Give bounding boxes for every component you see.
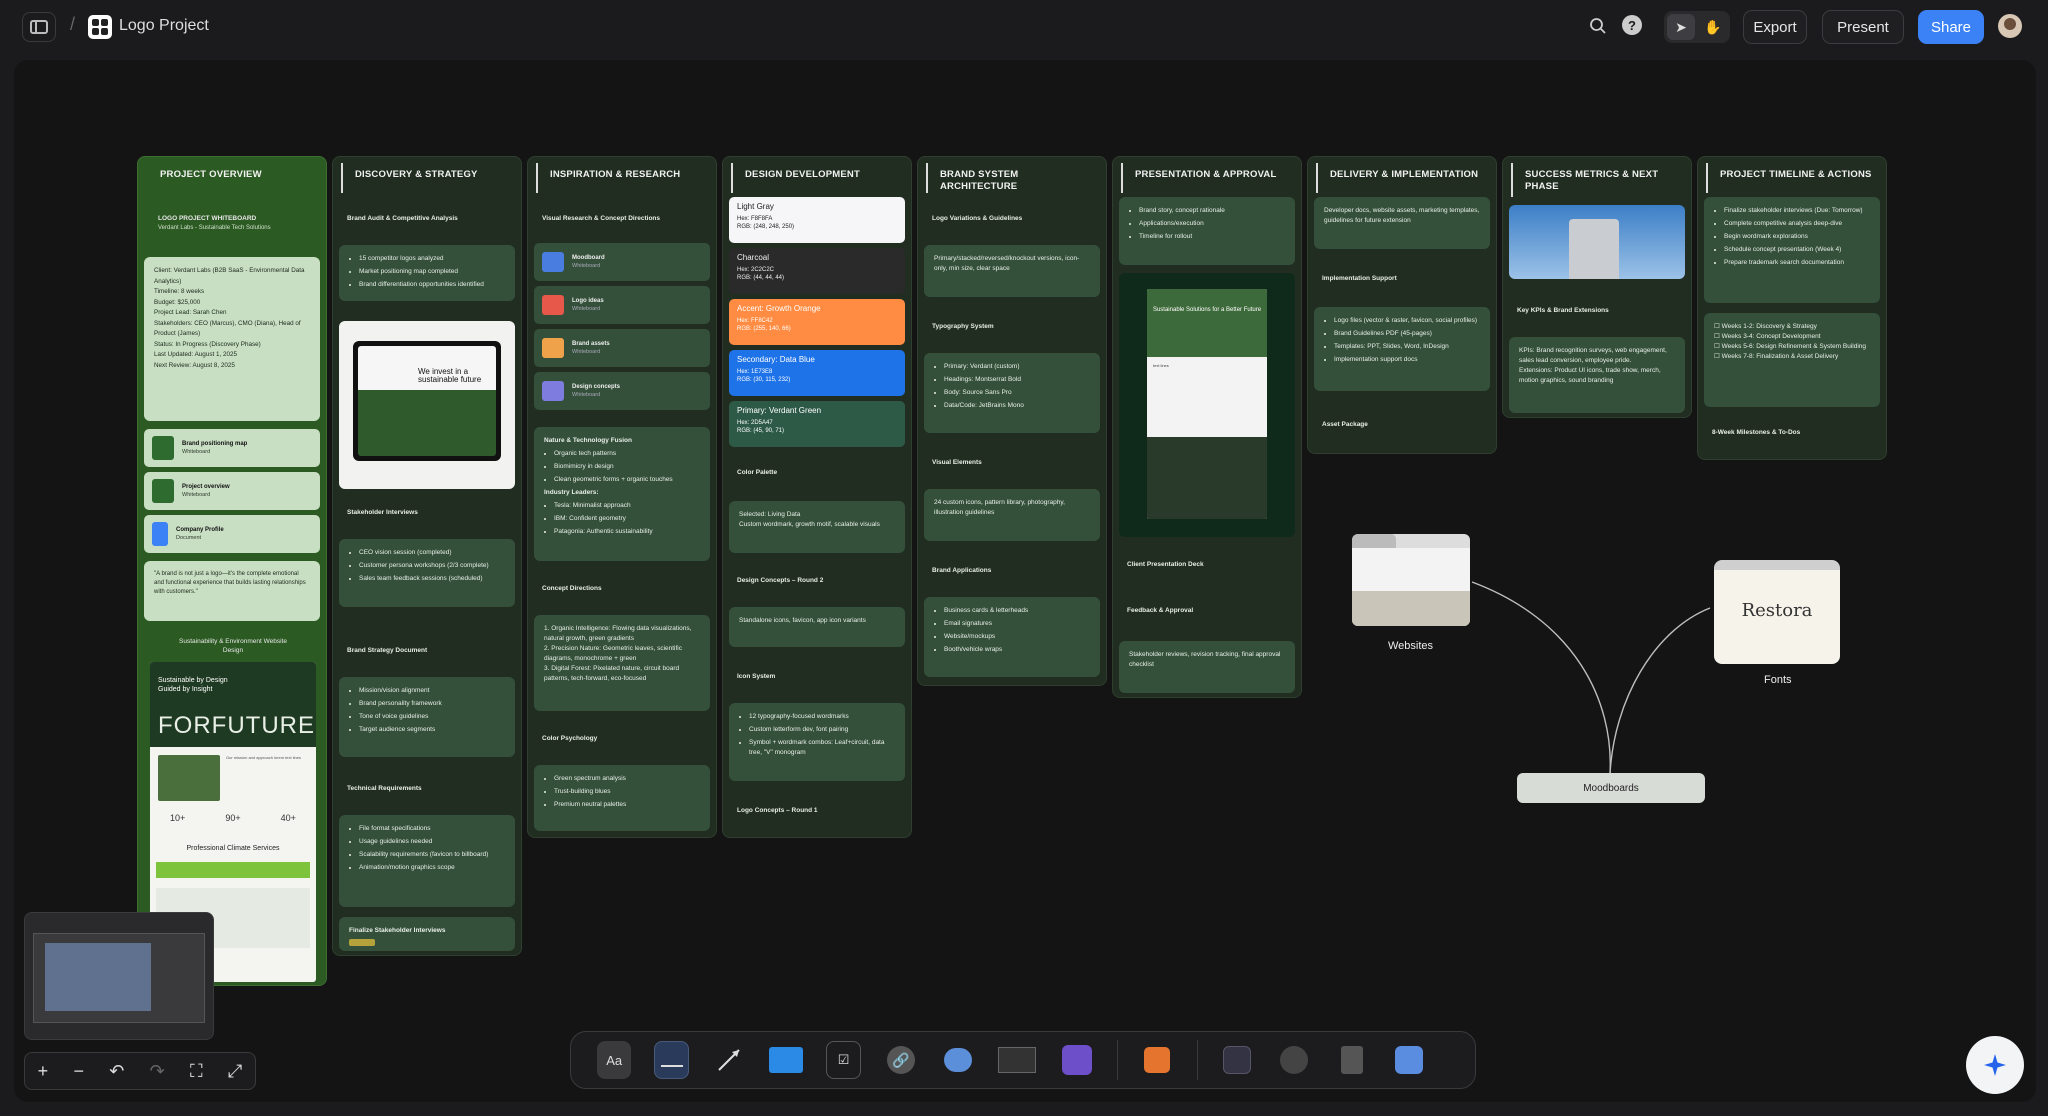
toolbar-divider: [1196, 1040, 1198, 1080]
bottom-toolbar: Aa ☑ 🔗: [570, 1031, 1476, 1089]
document-icon[interactable]: [1334, 1041, 1368, 1079]
breadcrumb-separator: /: [70, 14, 76, 34]
crop-icon[interactable]: ⛶: [190, 1061, 203, 1082]
redo-icon[interactable]: ↷: [150, 1061, 165, 1082]
hand-icon[interactable]: ✋: [1699, 14, 1727, 40]
fonts-folder[interactable]: Restora: [1714, 560, 1840, 664]
line-tool-icon[interactable]: [712, 1041, 746, 1079]
present-button[interactable]: Present: [1822, 10, 1904, 44]
avatar[interactable]: [1998, 14, 2022, 38]
shape-icon[interactable]: [1392, 1041, 1426, 1079]
cursor-icon[interactable]: ➤: [1667, 14, 1695, 40]
minimap[interactable]: [24, 912, 214, 1040]
sparkle-icon[interactable]: [1966, 1036, 2024, 1094]
top-bar: / Logo Project ? ➤ ✋ Export Present Shar…: [0, 0, 2048, 54]
folder-icon[interactable]: [769, 1041, 804, 1079]
moodboards-node[interactable]: Moodboards: [1517, 773, 1705, 803]
apps-grid-icon[interactable]: [1140, 1041, 1174, 1079]
board-title[interactable]: Logo Project: [119, 17, 209, 35]
sticky-note-icon[interactable]: [654, 1041, 689, 1079]
checklist-icon[interactable]: ☑: [826, 1041, 861, 1079]
link-icon[interactable]: 🔗: [884, 1041, 918, 1079]
zoom-out-icon[interactable]: −: [73, 1061, 84, 1082]
whiteboard-canvas[interactable]: PROJECT OVERVIEW LOGO PROJECT WHITEBOARD…: [14, 60, 2036, 1102]
app-icon[interactable]: [1220, 1041, 1254, 1079]
search-icon[interactable]: [1586, 14, 1610, 38]
table-icon[interactable]: [998, 1041, 1037, 1079]
fullscreen-icon[interactable]: ⤢: [228, 1061, 242, 1082]
fonts-label: Fonts: [1764, 674, 1792, 686]
export-button[interactable]: Export: [1743, 10, 1807, 44]
restora-font-sample: Restora: [1741, 600, 1813, 621]
pen-icon[interactable]: [1277, 1041, 1311, 1079]
tool-toggle: ➤ ✋: [1664, 11, 1730, 43]
sidebar-toggle-icon[interactable]: [22, 12, 56, 42]
websites-label: Websites: [1388, 640, 1434, 652]
help-icon[interactable]: ?: [1622, 15, 1642, 35]
share-button[interactable]: Share: [1918, 10, 1984, 44]
websites-folder[interactable]: [1352, 534, 1470, 626]
toolbar-divider: [1116, 1040, 1118, 1080]
zoom-in-icon[interactable]: +: [38, 1061, 49, 1082]
image-icon[interactable]: [1059, 1041, 1093, 1079]
undo-icon[interactable]: ↶: [109, 1061, 124, 1082]
comment-icon[interactable]: [941, 1041, 975, 1079]
zoom-controls: + − ↶ ↷ ⛶ ⤢: [24, 1052, 256, 1090]
text-tool-icon[interactable]: Aa: [597, 1041, 632, 1079]
board-icon: [88, 15, 112, 39]
